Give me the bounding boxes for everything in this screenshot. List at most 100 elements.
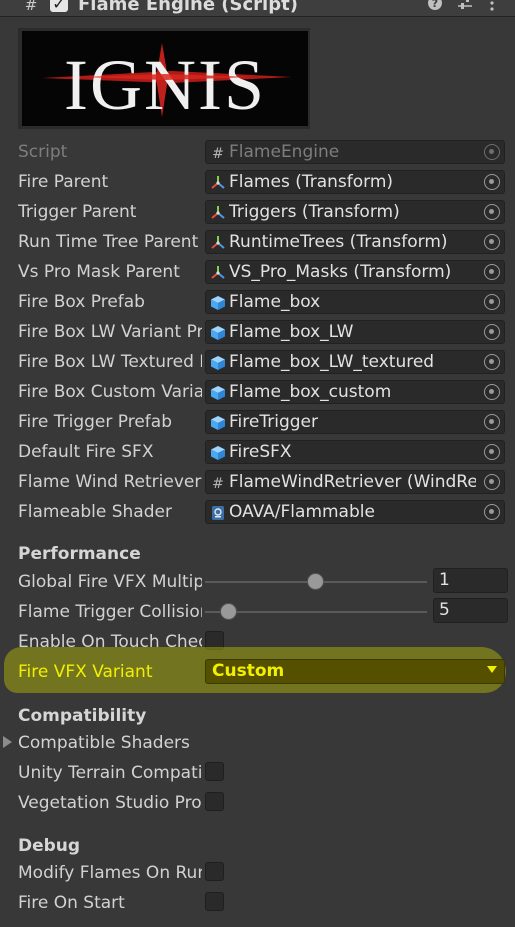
field-label: Default Fire SFX xyxy=(18,442,154,462)
field-value: Flames (Transform) xyxy=(229,172,394,192)
prefab-cube-icon xyxy=(210,295,226,311)
field-label: Fire Parent xyxy=(18,172,109,192)
component-title: Flame Engine (Script) xyxy=(78,0,298,15)
slider-thumb[interactable] xyxy=(221,604,236,619)
object-field-row: Trigger Parent Triggers (Transform) xyxy=(0,198,515,228)
field-value: FireSFX xyxy=(229,442,292,462)
object-picker-icon[interactable] xyxy=(484,234,500,250)
prefab-cube-icon xyxy=(210,325,226,341)
foldout-label[interactable]: Compatible Shaders xyxy=(18,733,202,753)
object-picker-icon[interactable] xyxy=(484,354,500,370)
object-field-row: Fire Box LW Variant Prefab Flame_box_LW xyxy=(0,318,515,348)
object-picker-icon[interactable] xyxy=(484,504,500,520)
object-field[interactable]: # FlameWindRetriever (WindRetriever) xyxy=(205,470,505,494)
toggle-checkbox[interactable] xyxy=(205,892,224,911)
field-value: VS_Pro_Masks (Transform) xyxy=(229,262,452,282)
object-field[interactable]: Flames (Transform) xyxy=(205,170,505,194)
field-label: Fire Box LW Variant Prefab xyxy=(18,322,202,342)
slider-thumb[interactable] xyxy=(308,574,323,589)
toggle-label: Fire On Start xyxy=(18,893,125,913)
script-hash-icon: # xyxy=(210,475,226,492)
prefab-cube-icon xyxy=(210,415,226,431)
object-field[interactable]: Flame_box_custom xyxy=(205,380,505,404)
field-value: Flame_box_custom xyxy=(229,382,392,402)
prefab-cube-icon xyxy=(210,355,226,371)
field-label: Flame Wind Retriever xyxy=(18,472,202,492)
logo-text: IGNIS xyxy=(64,45,266,125)
help-icon[interactable]: ? xyxy=(427,0,443,15)
object-field[interactable]: Triggers (Transform) xyxy=(205,200,505,224)
object-picker-icon xyxy=(484,144,500,160)
object-field-row: Fire Parent Flames (Transform) xyxy=(0,168,515,198)
object-field[interactable]: Flame_box_LW xyxy=(205,320,505,344)
field-value: Triggers (Transform) xyxy=(229,202,400,222)
field-label: Script xyxy=(18,142,68,162)
object-field-row: Flameable Shader OAVA/Flammable xyxy=(0,498,515,528)
object-picker-icon[interactable] xyxy=(484,174,500,190)
object-field-row: Default Fire SFX FireSFX xyxy=(0,438,515,468)
field-value: Flame_box_LW xyxy=(229,322,354,342)
preset-sliders-icon[interactable] xyxy=(456,0,474,15)
field-label: Flameable Shader xyxy=(18,502,172,522)
object-picker-icon[interactable] xyxy=(484,414,500,430)
object-field[interactable]: Flame_box xyxy=(205,290,505,314)
toggle-checkbox[interactable] xyxy=(205,792,224,811)
object-field: # FlameEngine xyxy=(205,140,505,164)
toggle-checkbox[interactable] xyxy=(205,762,224,781)
field-value: RuntimeTrees (Transform) xyxy=(229,232,448,252)
slider-track[interactable] xyxy=(205,611,427,613)
svg-text:#: # xyxy=(212,476,224,491)
script-hash-icon: # xyxy=(24,0,38,14)
shader-icon xyxy=(210,505,226,521)
enabled-checkbox[interactable]: ✓ xyxy=(50,0,68,13)
svg-text:?: ? xyxy=(432,0,438,10)
field-label: Fire Box Prefab xyxy=(18,292,145,312)
object-field-row: Vs Pro Mask Parent VS_Pro_Masks (Transfor… xyxy=(0,258,515,288)
object-picker-icon[interactable] xyxy=(484,294,500,310)
slider-row-global-fire-vfx: Global Fire VFX Multiplier 1 xyxy=(0,568,515,598)
field-label: Trigger Parent xyxy=(18,202,137,222)
object-field[interactable]: FireSFX xyxy=(205,440,505,464)
dropdown-label: Fire VFX Variant xyxy=(18,662,153,682)
fire-vfx-variant-dropdown[interactable]: Custom xyxy=(205,659,505,684)
object-field-row: Fire Box LW Textured Prefab Flame_box_LW_… xyxy=(0,348,515,378)
debug-header: Debug xyxy=(18,836,81,856)
chevron-down-icon xyxy=(487,666,497,673)
object-picker-icon[interactable] xyxy=(484,324,500,340)
slider-label: Global Fire VFX Multiplier xyxy=(18,572,202,592)
toggle-row-fire-on-start: Fire On Start xyxy=(0,889,515,919)
kebab-menu-icon[interactable] xyxy=(489,0,495,15)
object-picker-icon[interactable] xyxy=(484,444,500,460)
toggle-label: Unity Terrain Compatibility xyxy=(18,763,202,783)
toggle-row-modify-flames: Modify Flames On Runtime xyxy=(0,859,515,889)
object-field[interactable]: Flame_box_LW_textured xyxy=(205,350,505,374)
field-value: Flame_box xyxy=(229,292,321,312)
toggle-label: Modify Flames On Runtime xyxy=(18,863,202,883)
transform-icon xyxy=(210,175,226,191)
object-field-row: Fire Box Prefab Flame_box xyxy=(0,288,515,318)
object-picker-icon[interactable] xyxy=(484,474,500,490)
toggle-checkbox[interactable] xyxy=(205,862,224,881)
foldout-row-compatible-shaders[interactable]: Compatible Shaders xyxy=(0,729,515,759)
object-picker-icon[interactable] xyxy=(484,204,500,220)
prefab-cube-icon xyxy=(210,445,226,461)
slider-value-field[interactable]: 5 xyxy=(433,598,508,623)
object-picker-icon[interactable] xyxy=(484,384,500,400)
foldout-arrow-icon[interactable] xyxy=(3,736,12,748)
compatibility-header: Compatibility xyxy=(18,706,147,726)
object-field[interactable]: RuntimeTrees (Transform) xyxy=(205,230,505,254)
slider-value-field[interactable]: 1 xyxy=(433,568,508,593)
svg-text:#: # xyxy=(212,146,224,161)
slider-row-flame-trigger-collision: Flame Trigger Collision 5 xyxy=(0,598,515,628)
toggle-row-vegetation-studio: Vegetation Studio Pro xyxy=(0,789,515,819)
script-hash-icon: # xyxy=(210,145,226,162)
ignis-logo: IGNIS xyxy=(22,31,308,126)
field-value: FlameEngine xyxy=(229,142,340,162)
object-picker-icon[interactable] xyxy=(484,264,500,280)
slider-label: Flame Trigger Collision xyxy=(18,602,202,622)
object-field[interactable]: VS_Pro_Masks (Transform) xyxy=(205,260,505,284)
object-field[interactable]: OAVA/Flammable xyxy=(205,500,505,524)
transform-icon xyxy=(210,205,226,221)
prefab-cube-icon xyxy=(210,385,226,401)
object-field[interactable]: FireTrigger xyxy=(205,410,505,434)
